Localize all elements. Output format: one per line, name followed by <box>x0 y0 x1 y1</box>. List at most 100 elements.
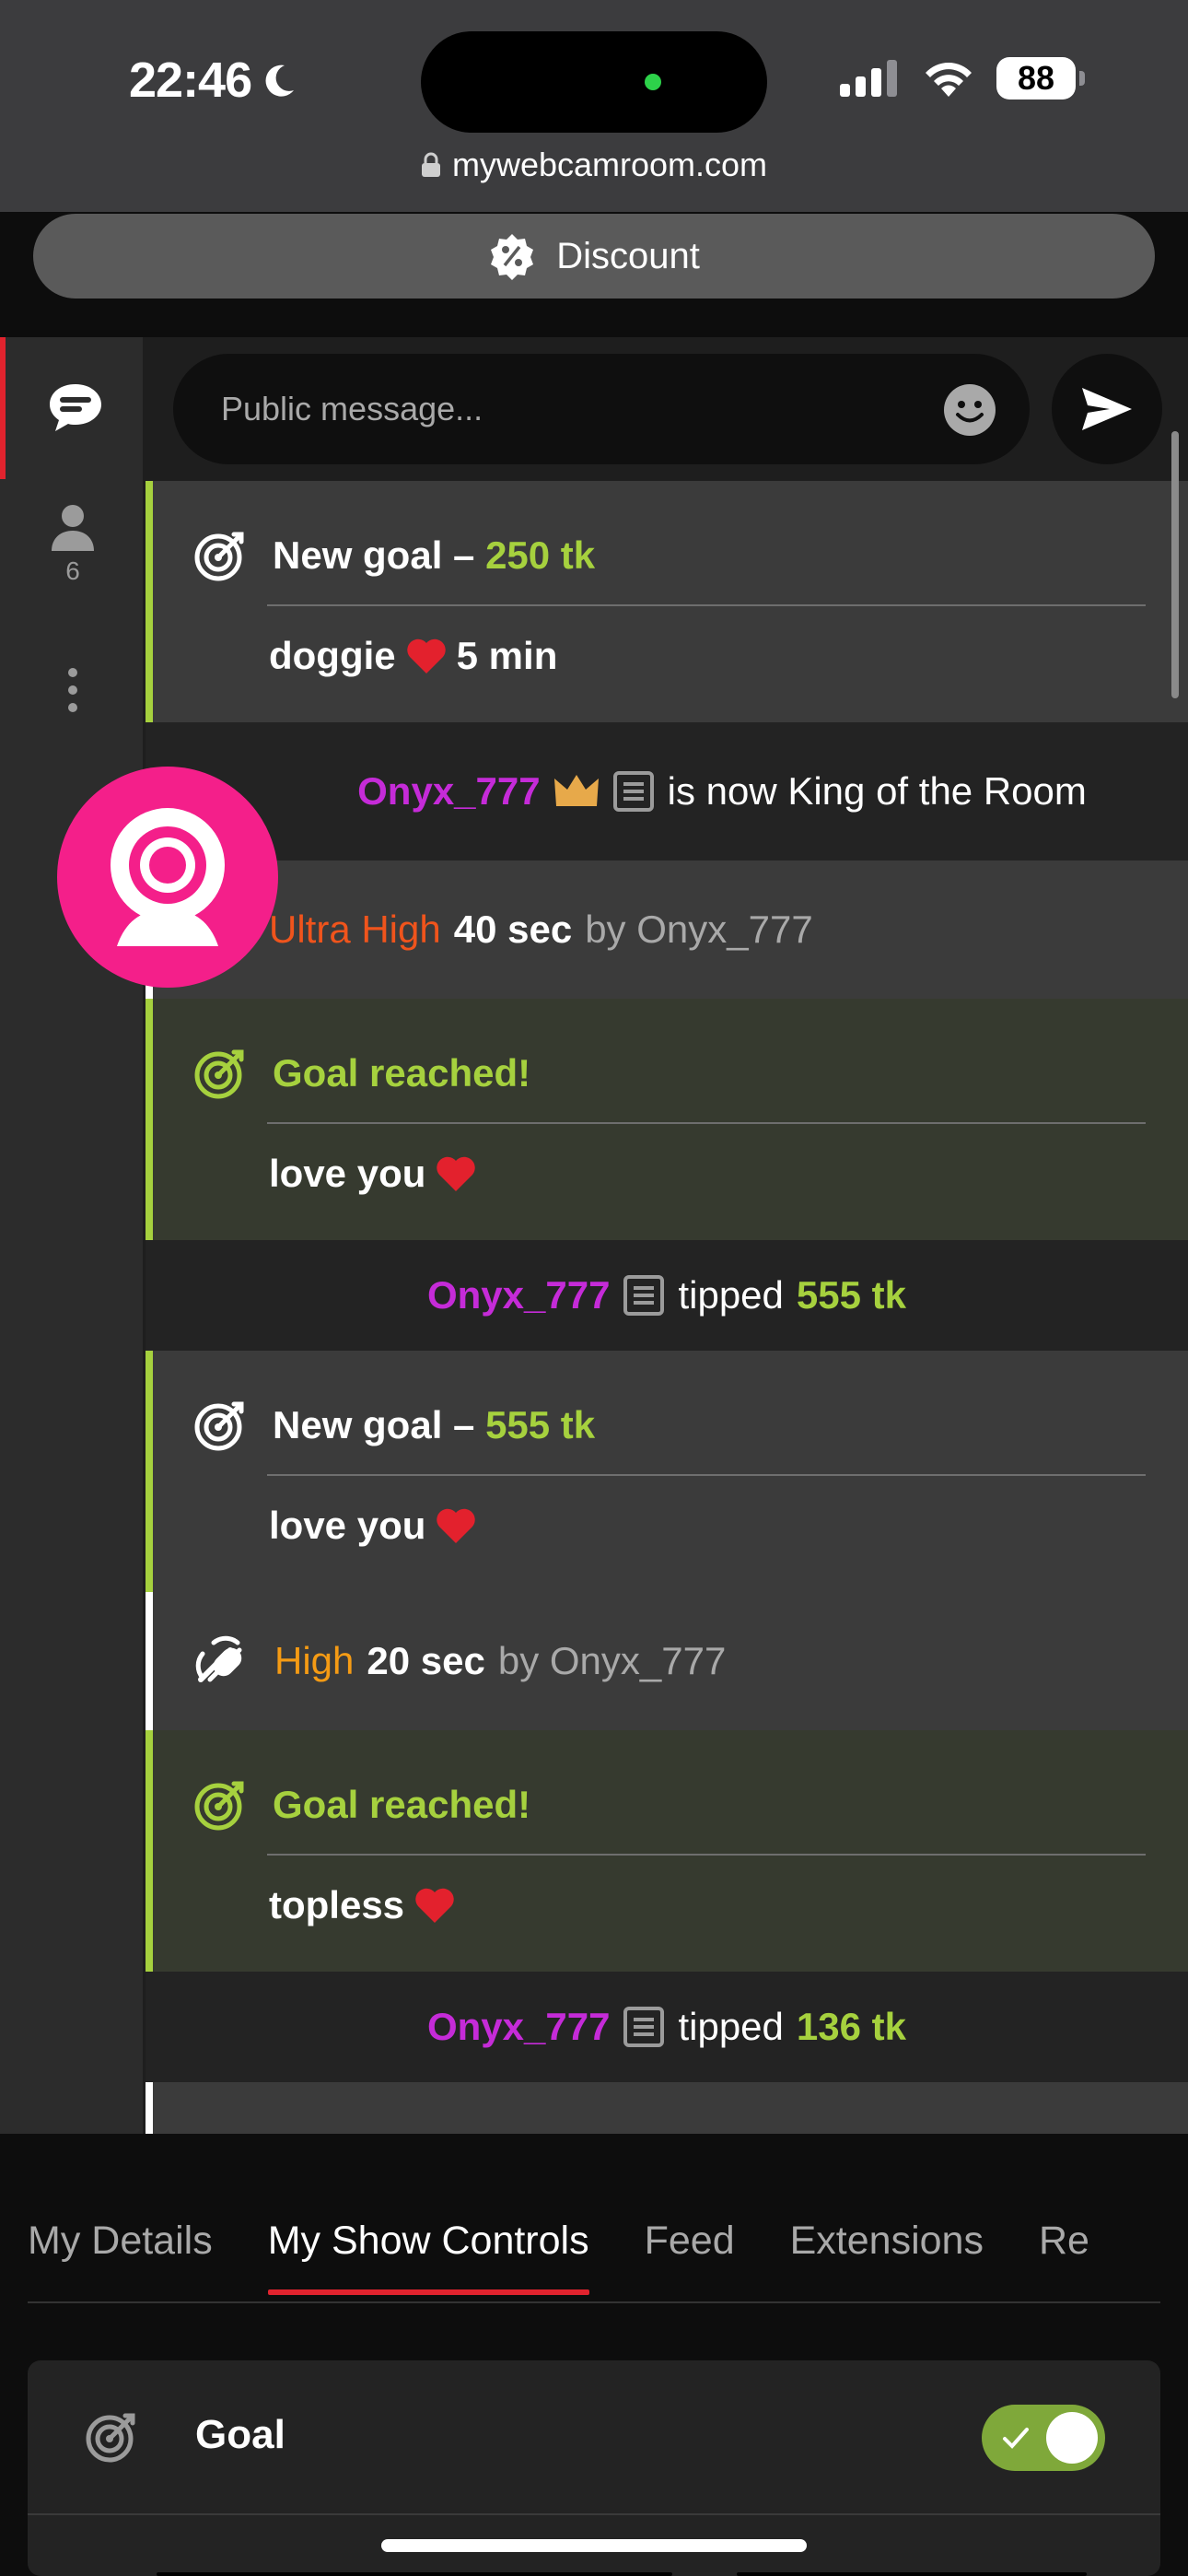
users-count: 6 <box>65 556 80 585</box>
goal-text: topless <box>269 1883 405 1926</box>
goal-title: New goal – <box>273 1403 486 1446</box>
discount-label: Discount <box>556 235 700 276</box>
status-icons: 88 <box>840 57 1085 100</box>
tip-verb: tipped <box>678 1273 784 1317</box>
goal-description: love you <box>269 1152 477 1196</box>
check-icon <box>1003 2428 1029 2449</box>
target-icon <box>194 1049 244 1099</box>
tab-bar: My Details My Show Controls Feed Extensi… <box>28 2219 1089 2295</box>
profile-card-icon <box>623 2007 665 2047</box>
chat-bubbles-icon <box>50 384 101 431</box>
goal-title: Goal reached! <box>273 1051 531 1095</box>
goal-header: New goal – 555 tk <box>193 1399 595 1452</box>
effect-duration: 20 sec <box>367 1639 485 1682</box>
goal-header: Goal reached! <box>193 1778 530 1832</box>
wifi-icon <box>926 63 972 97</box>
profile-card-icon <box>623 1275 665 1316</box>
goal-text: love you <box>269 1152 426 1195</box>
effect-duration: 40 sec <box>453 907 573 951</box>
goal-text: love you <box>269 1504 426 1547</box>
public-message-input[interactable] <box>221 390 884 428</box>
tab-my-show-controls[interactable]: My Show Controls <box>267 2219 589 2295</box>
partial-message <box>146 2082 1188 2134</box>
goal-message: New goal – 555 tk love you <box>146 1351 1188 1592</box>
divider <box>267 604 1146 606</box>
battery-level: 88 <box>1017 59 1055 97</box>
goal-control-label: Goal <box>195 2412 285 2457</box>
emoji-icon[interactable] <box>943 383 996 437</box>
username-link[interactable]: Onyx_777 <box>427 2005 610 2049</box>
divider <box>267 1474 1146 1476</box>
goal-amount: 250 tk <box>485 533 596 577</box>
chat-sidebar: 6 <box>0 337 146 2134</box>
tab-my-details[interactable]: My Details <box>28 2219 213 2295</box>
goal-header: Goal reached! <box>193 1047 530 1100</box>
goal-amount: 555 tk <box>485 1403 596 1446</box>
url-text: mywebcamroom.com <box>451 146 768 183</box>
tip-message: Onyx_777 tipped 136 tk <box>146 1972 1188 2082</box>
moon-icon <box>265 64 295 97</box>
username-link[interactable]: Onyx_777 <box>357 769 540 814</box>
target-icon <box>86 2413 135 2463</box>
tip-amount: 555 tk <box>796 1273 906 1317</box>
signal-icon <box>840 60 897 97</box>
discount-badge-icon <box>491 234 534 280</box>
goal-description: doggie 5 min <box>269 634 557 678</box>
crown-icon <box>553 775 599 806</box>
chat-tab-button[interactable] <box>0 337 146 479</box>
message-composer <box>173 354 1030 464</box>
effect-author: by Onyx_777 <box>585 907 813 951</box>
send-icon <box>1082 388 1132 430</box>
goal-header: New goal – 250 tk <box>193 529 595 582</box>
goal-control-row: Goal <box>28 2360 1160 2515</box>
effect-author: by Onyx_777 <box>497 1639 727 1682</box>
more-options-button[interactable] <box>0 667 146 713</box>
goal-title: New goal – <box>273 533 486 577</box>
dynamic-island <box>421 31 767 133</box>
tip-amount: 136 tk <box>796 2005 906 2048</box>
more-vertical-icon <box>68 668 77 712</box>
goal-toggle[interactable] <box>982 2405 1105 2471</box>
tabs-divider <box>28 2301 1160 2303</box>
webcam-icon <box>111 808 225 946</box>
target-icon <box>194 1401 244 1451</box>
king-text: is now King of the Room <box>667 769 1087 813</box>
chat-scrollbar[interactable] <box>1171 431 1179 698</box>
battery-indicator: 88 <box>996 57 1085 100</box>
tab-overflow[interactable]: Re <box>1039 2219 1089 2295</box>
lock-icon <box>421 152 440 177</box>
chat-panel: New goal – 250 tk doggie 5 min Onyx_777 … <box>146 337 1188 2134</box>
username-link[interactable]: Onyx_777 <box>427 1273 610 1317</box>
target-icon <box>194 532 244 581</box>
home-indicator[interactable] <box>381 2539 807 2552</box>
king-of-room-message: Onyx_777 is now King of the Room <box>146 722 1188 861</box>
goal-message: New goal – 250 tk doggie 5 min <box>146 481 1188 722</box>
divider <box>267 1122 1146 1124</box>
effect-message: Ultra High 40 sec by Onyx_777 <box>146 861 1188 999</box>
heart-icon <box>437 1156 476 1191</box>
tip-verb: tipped <box>678 2005 784 2048</box>
tab-feed[interactable]: Feed <box>645 2219 735 2295</box>
status-time: 22:46 <box>129 52 297 109</box>
goal-reached-message: Goal reached! topless <box>146 1730 1188 1972</box>
goal-text-suffix: 5 min <box>456 634 558 677</box>
vibration-effect-icon <box>195 1635 242 1682</box>
card-edge <box>157 2572 672 2576</box>
user-icon <box>52 505 94 551</box>
tab-extensions[interactable]: Extensions <box>790 2219 984 2295</box>
effect-level: High <box>274 1639 355 1682</box>
address-bar[interactable]: mywebcamroom.com <box>0 146 1188 184</box>
goal-text: doggie <box>269 634 396 677</box>
goal-description: love you <box>269 1504 477 1548</box>
clock-text: 22:46 <box>129 53 252 108</box>
goal-description: topless <box>269 1883 456 1927</box>
divider <box>267 1854 1146 1856</box>
send-button[interactable] <box>1052 354 1162 464</box>
users-tab-button[interactable]: 6 <box>0 503 146 586</box>
heart-icon <box>406 638 446 673</box>
tip-message: Onyx_777 tipped 555 tk <box>146 1240 1188 1351</box>
discount-button[interactable]: Discount <box>33 214 1155 299</box>
camera-indicator-dot <box>645 74 661 90</box>
webcam-floating-button[interactable] <box>57 767 278 988</box>
effect-level: Ultra High <box>269 907 441 951</box>
